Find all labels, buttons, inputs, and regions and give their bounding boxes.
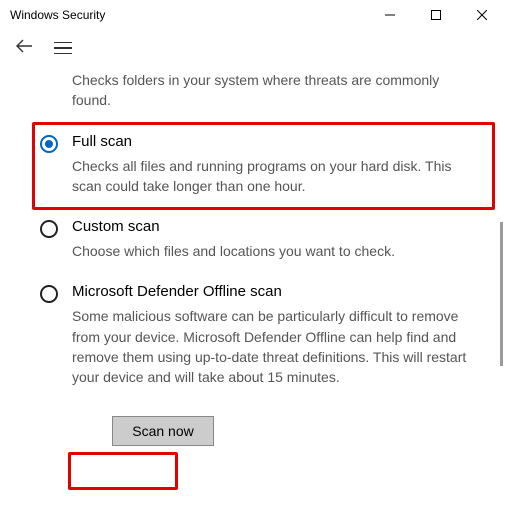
toolbar	[0, 30, 505, 66]
radio-full-scan[interactable]	[40, 135, 58, 153]
option-title: Full scan	[72, 133, 483, 150]
option-title: Microsoft Defender Offline scan	[72, 283, 483, 300]
menu-icon[interactable]	[54, 42, 72, 55]
title-bar: Windows Security	[0, 0, 505, 30]
close-button[interactable]	[459, 0, 505, 30]
window-title: Windows Security	[10, 8, 105, 22]
option-offline-scan[interactable]: Microsoft Defender Offline scan Some mal…	[40, 283, 483, 387]
intro-description: Checks folders in your system where thre…	[72, 70, 482, 111]
option-description: Choose which files and locations you wan…	[72, 241, 482, 261]
maximize-button[interactable]	[413, 0, 459, 30]
back-button[interactable]	[14, 38, 34, 59]
option-custom-scan[interactable]: Custom scan Choose which files and locat…	[40, 218, 483, 261]
option-title: Custom scan	[72, 218, 483, 235]
scrollbar[interactable]	[500, 222, 503, 366]
content-area: Checks folders in your system where thre…	[0, 70, 505, 446]
window-controls	[367, 0, 505, 30]
option-full-scan[interactable]: Full scan Checks all files and running p…	[40, 133, 483, 197]
radio-offline-scan[interactable]	[40, 285, 58, 303]
option-description: Checks all files and running programs on…	[72, 156, 482, 197]
radio-custom-scan[interactable]	[40, 220, 58, 238]
scan-now-button[interactable]: Scan now	[112, 416, 214, 446]
minimize-button[interactable]	[367, 0, 413, 30]
option-description: Some malicious software can be particula…	[72, 306, 482, 387]
annotation-highlight-scan	[68, 452, 178, 490]
